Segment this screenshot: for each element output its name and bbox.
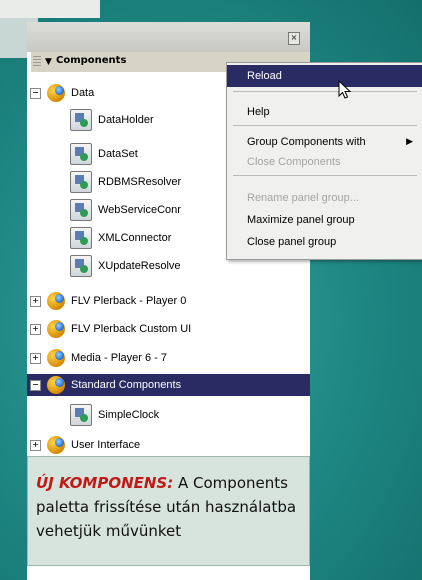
menu-item[interactable]: Close Components bbox=[227, 151, 422, 173]
tree-item[interactable]: SimpleClock bbox=[70, 402, 159, 428]
component-icon bbox=[70, 109, 92, 131]
tree-item[interactable]: + User Interface bbox=[30, 432, 140, 458]
mouse-pointer-icon bbox=[338, 80, 352, 99]
submenu-arrow-icon: ▶ bbox=[406, 136, 413, 146]
tree-item-label: User Interface bbox=[71, 439, 141, 451]
tree-item-label: DataHolder bbox=[98, 114, 154, 126]
tree-item[interactable]: − Standard Components bbox=[27, 374, 310, 396]
menu-item-label: Help bbox=[247, 106, 270, 118]
panel-title: Components bbox=[56, 55, 127, 66]
component-icon bbox=[70, 255, 92, 277]
collapse-icon[interactable]: − bbox=[30, 379, 41, 391]
tree-item-label: WebServiceConr bbox=[98, 204, 181, 216]
component-icon bbox=[70, 404, 92, 426]
tree-item[interactable]: + FLV Plerback Custom UI bbox=[30, 316, 191, 342]
menu-item[interactable]: Close panel group bbox=[227, 231, 422, 253]
expand-icon[interactable]: + bbox=[30, 295, 41, 307]
package-icon bbox=[47, 349, 65, 367]
context-menu: Reload Help Group Components with ▶ Close Co… bbox=[226, 62, 422, 260]
menu-item[interactable]: Rename panel group... bbox=[227, 187, 422, 209]
expand-icon[interactable]: + bbox=[30, 323, 41, 335]
tree-item[interactable]: XUpdateResolve bbox=[70, 252, 181, 280]
menu-item-label: Group Components with bbox=[247, 136, 366, 148]
tree-item-label: SimpleClock bbox=[98, 409, 160, 421]
expand-icon[interactable]: + bbox=[30, 439, 41, 451]
tree-item[interactable]: + FLV Plerback - Player 0 bbox=[30, 288, 186, 314]
tree-item[interactable]: WebServiceConr bbox=[70, 196, 181, 224]
tree-item-label: XUpdateResolve bbox=[98, 260, 181, 272]
component-icon bbox=[70, 171, 92, 193]
tree-item[interactable]: DataHolder bbox=[70, 106, 154, 134]
menu-item-label: Rename panel group... bbox=[247, 192, 359, 204]
tree-item-label: FLV Plerback Custom UI bbox=[71, 323, 192, 335]
menu-item-label: Maximize panel group bbox=[247, 214, 355, 226]
menu-separator bbox=[233, 91, 417, 92]
package-icon bbox=[47, 84, 65, 102]
package-icon bbox=[47, 292, 65, 310]
tree-item-label: Media - Player 6 - 7 bbox=[71, 352, 167, 364]
tree-item[interactable]: DataSet bbox=[70, 140, 138, 168]
component-icon bbox=[70, 199, 92, 221]
menu-separator bbox=[233, 175, 417, 176]
package-icon bbox=[47, 436, 65, 454]
menu-item-label: Close Components bbox=[247, 156, 341, 168]
menu-item[interactable]: Group Components with ▶ bbox=[227, 131, 422, 153]
tree-item[interactable]: RDBMSResolver bbox=[70, 168, 181, 196]
tree-item[interactable]: − Data bbox=[30, 80, 94, 106]
tree-item-label: DataSet bbox=[98, 148, 138, 160]
tree-item-label: RDBMSResolver bbox=[98, 176, 182, 188]
menu-item-label: Reload bbox=[247, 70, 282, 82]
tree-item[interactable]: + Media - Player 6 - 7 bbox=[30, 345, 167, 371]
caption-highlight: ÚJ KOMPONENS: bbox=[36, 474, 174, 492]
package-icon bbox=[47, 320, 65, 338]
component-icon bbox=[70, 227, 92, 249]
collapse-icon[interactable]: − bbox=[30, 87, 41, 99]
menu-item-label: Close panel group bbox=[247, 236, 337, 248]
panel-titlebar: × bbox=[27, 22, 310, 52]
panel-menu-button[interactable]: × bbox=[288, 32, 300, 45]
menu-item[interactable]: Help bbox=[227, 101, 422, 123]
menu-item[interactable]: Maximize panel group bbox=[227, 209, 422, 231]
tree-item-label: XMLConnector bbox=[98, 232, 172, 244]
menu-item[interactable]: Reload bbox=[227, 65, 422, 87]
tree-item-label: FLV Plerback - Player 0 bbox=[71, 295, 187, 307]
menu-separator bbox=[233, 125, 417, 126]
package-icon bbox=[47, 376, 65, 394]
collapse-triangle-icon[interactable]: ▼ bbox=[45, 57, 52, 67]
grip-icon[interactable] bbox=[33, 56, 41, 68]
corner-decoration bbox=[0, 0, 100, 18]
tree-item-label: Data bbox=[71, 87, 95, 99]
tree-item[interactable]: XMLConnector bbox=[70, 224, 171, 252]
expand-icon[interactable]: + bbox=[30, 352, 41, 364]
tree-item-label: Standard Components bbox=[71, 379, 182, 391]
component-icon bbox=[70, 143, 92, 165]
caption-box: ÚJ KOMPONENS: A Components paletta friss… bbox=[27, 456, 310, 566]
